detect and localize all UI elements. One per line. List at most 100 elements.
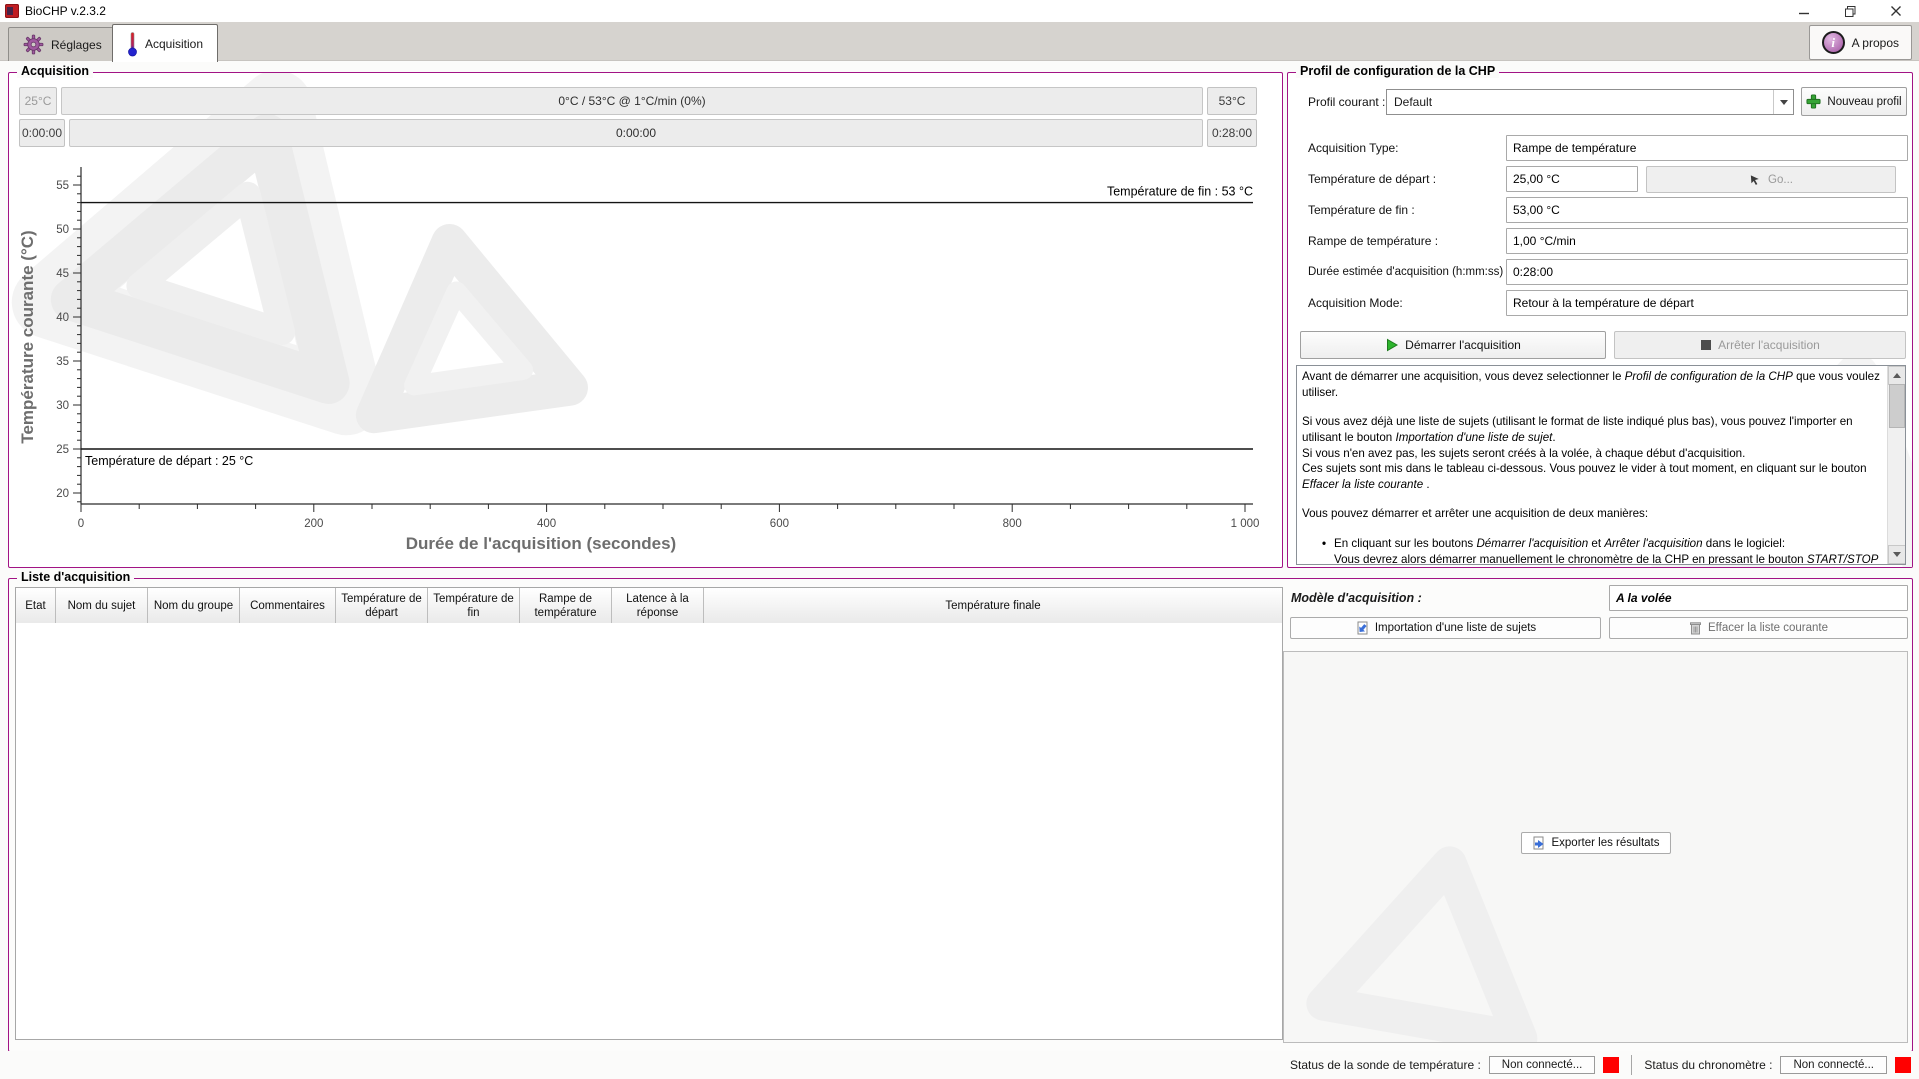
svg-text:600: 600 [770,518,789,530]
go-button[interactable]: Go... [1646,166,1896,193]
temp-depart-label: Température de départ : [1308,166,1436,192]
restore-button[interactable] [1827,0,1873,22]
close-button[interactable] [1873,0,1919,22]
about-button[interactable]: i A propos [1809,25,1912,60]
scroll-up-icon[interactable] [1888,366,1906,385]
svg-text:30: 30 [56,400,69,412]
profil-courant-label: Profil courant : [1308,89,1385,115]
clear-list-button[interactable]: Effacer la liste courante [1609,617,1908,639]
temperature-progress-text: 0°C / 53°C @ 1°C/min (0%) [558,94,705,108]
svg-text:Température de fin : 53 °C: Température de fin : 53 °C [1107,185,1253,199]
instructions-text: Avant de démarrer une acquisition, vous … [1302,369,1883,565]
rampe-field[interactable]: 1,00 °C/min [1506,228,1908,254]
stop-acquisition-label: Arrêter l'acquisition [1718,338,1820,352]
app-window: BioCHP v.2.3.2 [0,0,1919,1079]
about-button-label: A propos [1852,36,1899,50]
svg-text:35: 35 [56,356,69,368]
export-results-label: Exporter les résultats [1551,837,1659,849]
svg-text:40: 40 [56,312,69,324]
thermometer-icon [127,31,138,57]
elapsed-time-label: 0:00:00 [19,119,65,147]
acquisition-group: Acquisition 25°C 0°C / 53°C @ 1°C/min (0… [8,72,1283,568]
modele-acquisition-field[interactable]: A la volée [1609,585,1908,611]
column-header-nom-groupe[interactable]: Nom du groupe [148,588,240,624]
profile-group: Profil de configuration de la CHP Profil… [1287,72,1913,568]
total-time-label: 0:28:00 [1207,119,1257,147]
export-icon [1531,836,1545,850]
temp-fin-label: Température de fin : [1308,197,1415,223]
import-list-label: Importation d'une liste de sujets [1375,622,1536,634]
column-header-temp-finale[interactable]: Température finale [704,588,1282,624]
temperature-chart: 202530354045505502004006008001 000Tempér… [9,145,1282,560]
svg-text:Température de départ : 25 °C: Température de départ : 25 °C [85,454,253,468]
chevron-down-icon[interactable] [1773,90,1793,114]
start-temp-label: 25°C [19,87,57,115]
column-header-latence[interactable]: Latence à la réponse [612,588,704,624]
status-separator [1631,1055,1632,1075]
time-progress-text: 0:00:00 [616,126,656,140]
start-acquisition-label: Démarrer l'acquisition [1405,338,1521,352]
end-temp-label: 53°C [1207,87,1257,115]
go-button-label: Go... [1768,174,1793,186]
column-header-nom-sujet[interactable]: Nom du sujet [56,588,148,624]
svg-text:50: 50 [56,224,69,236]
temp-depart-field[interactable]: 25,00 °C [1506,166,1638,192]
svg-text:Température courante (°C): Température courante (°C) [18,230,37,443]
start-acquisition-button[interactable]: Démarrer l'acquisition [1300,331,1606,359]
column-header-commentaires[interactable]: Commentaires [240,588,336,624]
svg-text:200: 200 [304,518,323,530]
column-header-temp-fin[interactable]: Température de fin [428,588,520,624]
minimize-button[interactable] [1781,0,1827,22]
list-group-title: Liste d'acquisition [17,570,134,584]
title-bar: BioCHP v.2.3.2 [0,0,1919,23]
stop-acquisition-button[interactable]: Arrêter l'acquisition [1614,331,1906,359]
stop-icon [1700,339,1712,351]
duree-estimee-field[interactable]: 0:28:00 [1506,259,1908,285]
temperature-progress-bar: 0°C / 53°C @ 1°C/min (0%) [61,87,1203,115]
svg-text:Durée de l'acquisition (second: Durée de l'acquisition (secondes) [406,534,676,553]
column-header-rampe[interactable]: Rampe de température [520,588,612,624]
window-title: BioCHP v.2.3.2 [25,4,106,18]
nouveau-profil-label: Nouveau profil [1827,96,1901,108]
nouveau-profil-button[interactable]: Nouveau profil [1801,87,1907,116]
svg-text:45: 45 [56,268,69,280]
acquisition-group-title: Acquisition [17,64,93,78]
instructions-scrollbar[interactable] [1887,366,1905,564]
instructions-textarea[interactable]: Avant de démarrer une acquisition, vous … [1296,365,1906,565]
column-header-etat[interactable]: Etat [16,588,56,624]
acquisition-mode-field[interactable]: Retour à la température de départ [1506,290,1908,316]
acquisition-type-field[interactable]: Rampe de température [1506,135,1908,161]
scroll-down-icon[interactable] [1888,545,1906,564]
time-progress-bar: 0:00:00 [69,119,1203,147]
trash-icon [1689,621,1702,635]
profile-group-title: Profil de configuration de la CHP [1296,64,1499,78]
import-list-button[interactable]: Importation d'une liste de sujets [1290,617,1601,639]
tab-acquisition-label: Acquisition [145,37,203,51]
results-panel: Exporter les résultats [1283,651,1908,1043]
acquisition-table-body[interactable] [15,623,1283,1040]
info-icon: i [1822,31,1845,54]
tab-reglages-label: Réglages [51,38,102,52]
modele-acquisition-label: Modèle d'acquisition : [1291,591,1422,605]
tab-acquisition[interactable]: Acquisition [112,24,218,62]
svg-text:800: 800 [1003,518,1022,530]
temp-fin-field[interactable]: 53,00 °C [1506,197,1908,223]
export-results-button[interactable]: Exporter les résultats [1520,832,1670,854]
profil-courant-combobox[interactable]: Default [1386,89,1794,115]
app-icon [5,4,19,18]
scrollbar-thumb[interactable] [1889,384,1905,428]
probe-status-value: Non connecté... [1489,1056,1596,1074]
tab-reglages[interactable]: Réglages [8,27,117,61]
probe-status-led [1603,1057,1619,1073]
gear-icon [23,34,44,55]
rampe-label: Rampe de température : [1308,228,1438,254]
column-header-temp-depart[interactable]: Température de départ [336,588,428,624]
svg-text:25: 25 [56,444,69,456]
clear-list-label: Effacer la liste courante [1708,622,1828,634]
play-icon [1385,338,1399,352]
acquisition-type-label: Acquisition Type: [1308,135,1399,161]
acquisition-table-header: Etat Nom du sujet Nom du groupe Commenta… [15,587,1283,625]
svg-text:1 000: 1 000 [1231,518,1260,530]
svg-text:400: 400 [537,518,556,530]
svg-text:0: 0 [78,518,84,530]
